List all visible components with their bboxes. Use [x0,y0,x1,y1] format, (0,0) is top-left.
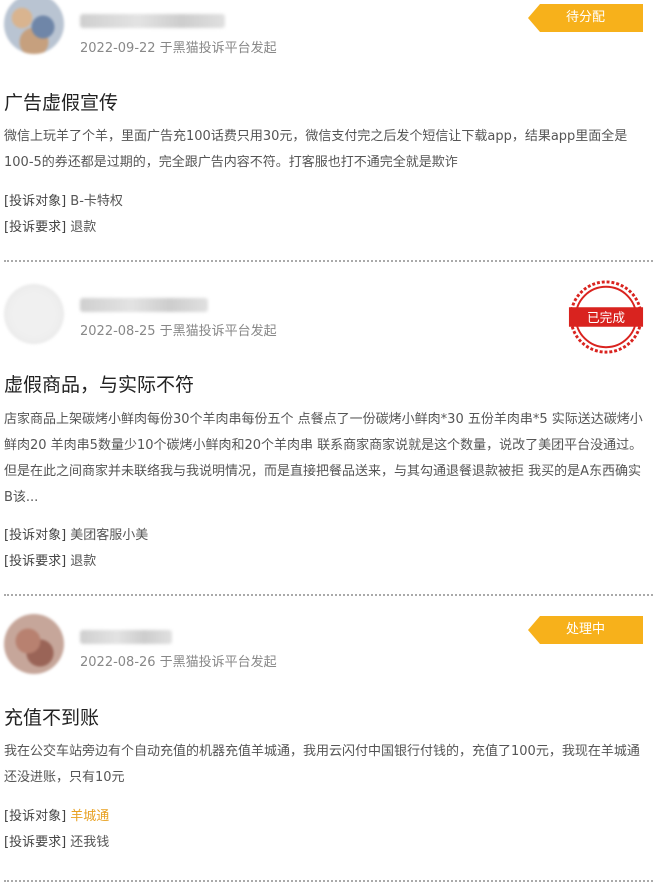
username-blurred [80,630,172,644]
demand-label: [投诉要求] [4,835,67,850]
complaint-description[interactable]: 微信上玩羊了个羊，里面广告充100话费只用30元，微信支付完之后发个短信让下载a… [4,124,644,176]
demand-value: 退款 [70,220,97,235]
complaint-title[interactable]: 广告虚假宣传 [4,88,118,115]
demand-label: [投诉要求] [4,220,67,235]
complaint-target: [投诉对象] 羊城通 [4,805,109,824]
submission-date: 2022-08-26 于黑猫投诉平台发起 [80,655,277,670]
complaint-title[interactable]: 充值不到账 [4,703,99,730]
complaint-target: [投诉对象] 美团客服小美 [4,524,148,543]
completed-stamp-icon: 已完成 [568,280,644,354]
username-blurred [80,298,208,312]
target-value[interactable]: 羊城通 [70,809,109,824]
complaint-target: [投诉对象] B-卡特权 [4,190,123,209]
demand-value: 还我钱 [70,835,110,850]
target-value[interactable]: 美团客服小美 [70,528,148,543]
user-avatar[interactable] [4,0,64,54]
complaint-card[interactable]: 处理中 2022-08-26 于黑猫投诉平台发起 充值不到账 我在公交车站旁边有… [0,596,653,880]
complaint-card[interactable]: 已完成 2022-08-25 于黑猫投诉平台发起 虚假商品，与实际不符 店家商品… [0,262,653,594]
user-avatar[interactable] [4,614,64,674]
complaint-demand: [投诉要求] 退款 [4,216,96,235]
username-blurred [80,14,225,28]
complaint-card[interactable]: 待分配 2022-09-22 于黑猫投诉平台发起 广告虚假宣传 微信上玩羊了个羊… [0,0,653,260]
complaint-demand: [投诉要求] 还我钱 [4,831,109,850]
submission-date: 2022-08-25 于黑猫投诉平台发起 [80,324,277,339]
complaint-description[interactable]: 店家商品上架碳烤小鲜肉每份30个羊肉串每份五个 点餐点了一份碳烤小鲜肉*30 五… [4,407,644,511]
user-avatar[interactable] [4,284,64,344]
submission-date: 2022-09-22 于黑猫投诉平台发起 [80,41,277,56]
target-label: [投诉对象] [4,809,67,824]
target-value[interactable]: B-卡特权 [70,194,123,209]
complaint-description[interactable]: 我在公交车站旁边有个自动充值的机器充值羊城通，我用云闪付中国银行付钱的，充值了1… [4,739,644,791]
status-badge: 已完成 [587,310,625,325]
status-badge: 处理中 [528,616,643,644]
complaint-title[interactable]: 虚假商品，与实际不符 [4,370,194,397]
status-badge: 待分配 [528,4,643,32]
target-label: [投诉对象] [4,194,67,209]
demand-value: 退款 [70,554,97,569]
complaint-demand: [投诉要求] 退款 [4,550,96,569]
target-label: [投诉对象] [4,528,67,543]
demand-label: [投诉要求] [4,554,67,569]
